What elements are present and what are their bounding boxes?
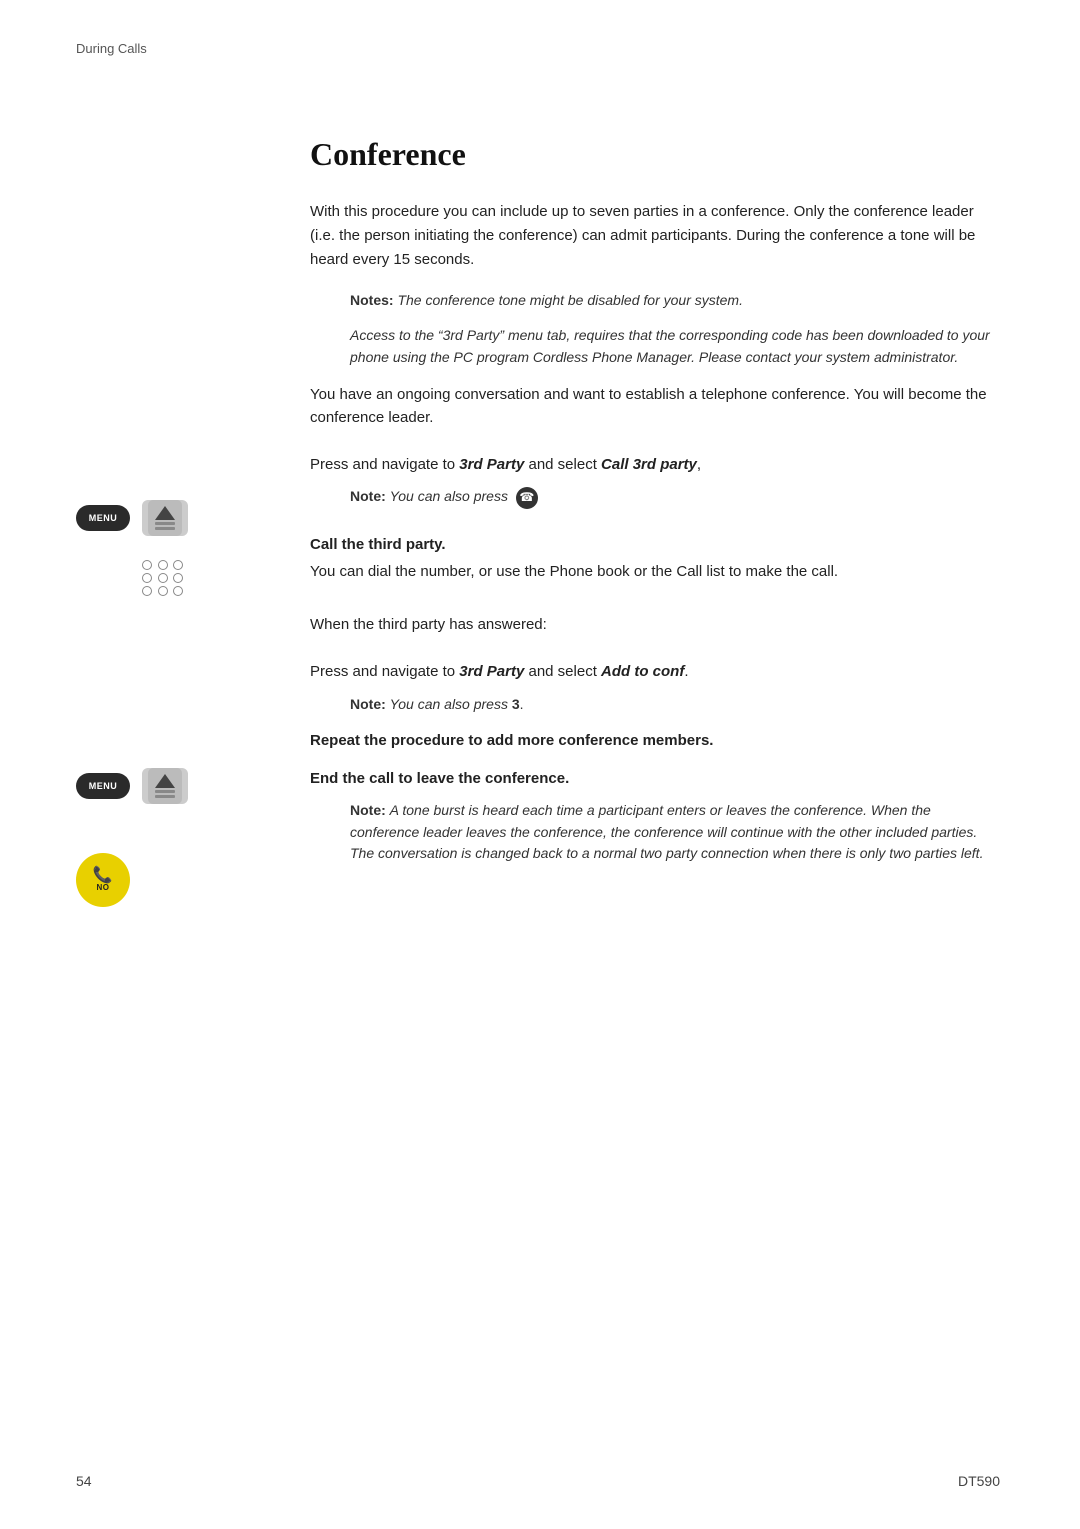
step-1-note-label: Note: — [350, 488, 386, 504]
page-title: Conference — [310, 130, 1000, 180]
nav-button-1 — [142, 500, 188, 536]
step-3-pre: Press and navigate to — [310, 663, 459, 680]
step-3-bold-italic-2: Add to conf — [601, 663, 684, 680]
note-2-text: Access to the “3rd Party” menu tab, requ… — [350, 327, 990, 365]
step-1-note: Note: You can also press ☎ — [350, 486, 1000, 508]
step-3-note-bold: 3 — [512, 696, 520, 712]
nav-button-2 — [142, 768, 188, 804]
icon-row-2: MENU — [76, 768, 188, 804]
final-note-label: Note: — [350, 802, 386, 818]
step-1-instruction: Press and navigate to 3rd Party and sele… — [310, 453, 1000, 476]
step-4-instruction: Repeat the procedure to add more confere… — [310, 729, 1000, 752]
note-1: Notes: The conference tone might be disa… — [350, 290, 1000, 312]
page-number: 54 — [76, 1473, 92, 1489]
step-3-note-label: Note: — [350, 696, 386, 712]
setup-text: You have an ongoing conversation and wan… — [310, 383, 1000, 430]
step-1-pre: Press and navigate to — [310, 456, 459, 473]
note-1-text: The conference tone might be disabled fo… — [394, 292, 743, 308]
step-2-text: You can dial the number, or use the Phon… — [310, 560, 1000, 583]
step-3-note: Note: You can also press 3. — [350, 694, 1000, 716]
product-name: DT590 — [958, 1473, 1000, 1489]
main-content: Conference With this procedure you can i… — [310, 130, 1000, 879]
final-note-text: A tone burst is heard each time a partic… — [350, 802, 983, 861]
menu-button-1: MENU — [76, 505, 130, 531]
step-1-note-text: You can also press — [390, 488, 508, 504]
conference-phone-icon: ☎ — [516, 487, 538, 509]
step-2-section: Call the third party. You can dial the n… — [310, 533, 1000, 584]
step-3-note-end: . — [520, 696, 524, 712]
step-1-bold-italic-1: 3rd Party — [459, 456, 524, 473]
note-2: Access to the “3rd Party” menu tab, requ… — [350, 325, 1000, 368]
intro-paragraph: With this procedure you can include up t… — [310, 200, 1000, 272]
step-3-section: Press and navigate to 3rd Party and sele… — [310, 660, 1000, 715]
step-3-instruction: Press and navigate to 3rd Party and sele… — [310, 660, 1000, 683]
step-2-title: Call the third party. — [310, 533, 1000, 556]
step-1-end: , — [697, 456, 701, 473]
icon-row-1: MENU — [76, 500, 188, 536]
step-3-note-text: You can also press — [390, 696, 512, 712]
icon-row-end-call: 📞 NO — [76, 853, 130, 907]
step-3-mid: and select — [524, 663, 601, 680]
icon-row-keypad — [76, 560, 186, 596]
page-footer: 54 DT590 — [76, 1473, 1000, 1489]
keypad-icon — [142, 560, 186, 596]
step-1-mid: and select — [524, 456, 601, 473]
step-5-instruction: End the call to leave the conference. — [310, 767, 1000, 790]
section-header: During Calls — [76, 41, 147, 56]
menu-button-2: MENU — [76, 773, 130, 799]
answered-text: When the third party has answered: — [310, 613, 1000, 636]
step-1-section: Press and navigate to 3rd Party and sele… — [310, 453, 1000, 509]
note-1-label: Notes: — [350, 292, 394, 308]
end-call-button: 📞 NO — [76, 853, 130, 907]
final-note: Note: A tone burst is heard each time a … — [350, 800, 1000, 865]
step-3-bold-italic-1: 3rd Party — [459, 663, 524, 680]
step-1-bold-italic-2: Call 3rd party — [601, 456, 697, 473]
step-3-end: . — [684, 663, 688, 680]
